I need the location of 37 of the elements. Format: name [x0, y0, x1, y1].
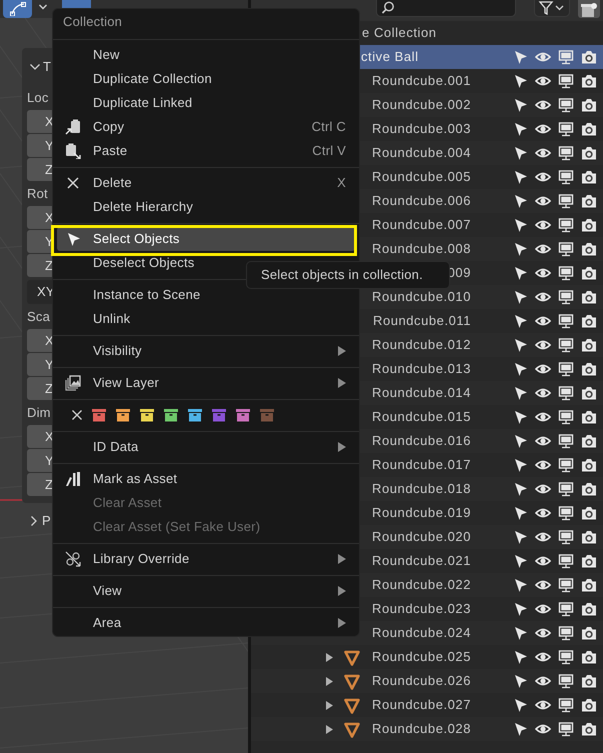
- object-name: Roundcube.019: [371, 504, 471, 522]
- field-label: Sca: [27, 308, 50, 326]
- field-label: Rot: [27, 185, 48, 203]
- object-name: Roundcube.007: [371, 216, 471, 234]
- object-name: Roundcube.002: [371, 96, 471, 114]
- object-name: e Collection: [362, 24, 437, 42]
- object-name: Roundcube.027: [371, 696, 471, 714]
- tooltip: Select objects in collection.: [246, 261, 450, 289]
- object-name: Roundcube.023: [371, 600, 471, 618]
- object-name: Roundcube.010: [371, 288, 471, 306]
- object-name: Roundcube.020: [371, 528, 471, 546]
- object-name: Roundcube.014: [371, 384, 471, 402]
- object-name: Roundcube.011: [372, 312, 471, 330]
- object-name: ctive Ball: [361, 48, 419, 66]
- shortcut-text: Ctrl V: [312, 142, 346, 160]
- object-name: Roundcube.024: [371, 624, 471, 642]
- object-name: Roundcube.018: [371, 480, 471, 498]
- object-name: Roundcube.004: [371, 144, 471, 162]
- field-label: Loc: [27, 89, 49, 107]
- object-name: Roundcube.001: [371, 72, 471, 90]
- field-label: Dim: [27, 404, 51, 422]
- menu-title: Collection: [62, 13, 124, 31]
- object-name: Roundcube.003: [371, 120, 471, 138]
- object-name: Roundcube.006: [371, 192, 471, 210]
- object-name: Roundcube.015: [371, 408, 471, 426]
- object-name: Roundcube.005: [371, 168, 471, 186]
- object-name: Roundcube.017: [371, 456, 471, 474]
- object-name: Roundcube.012: [371, 336, 471, 354]
- object-name: Roundcube.022: [371, 576, 471, 594]
- object-name: Roundcube.008: [371, 240, 471, 258]
- shortcut-text: Ctrl C: [312, 118, 346, 136]
- object-name: Roundcube.028: [371, 720, 471, 738]
- object-name: Roundcube.013: [371, 360, 471, 378]
- object-name: Roundcube.016: [371, 432, 471, 450]
- object-name: Roundcube.025: [371, 648, 471, 666]
- object-name: Roundcube.026: [371, 672, 471, 690]
- object-name: Roundcube.021: [371, 552, 471, 570]
